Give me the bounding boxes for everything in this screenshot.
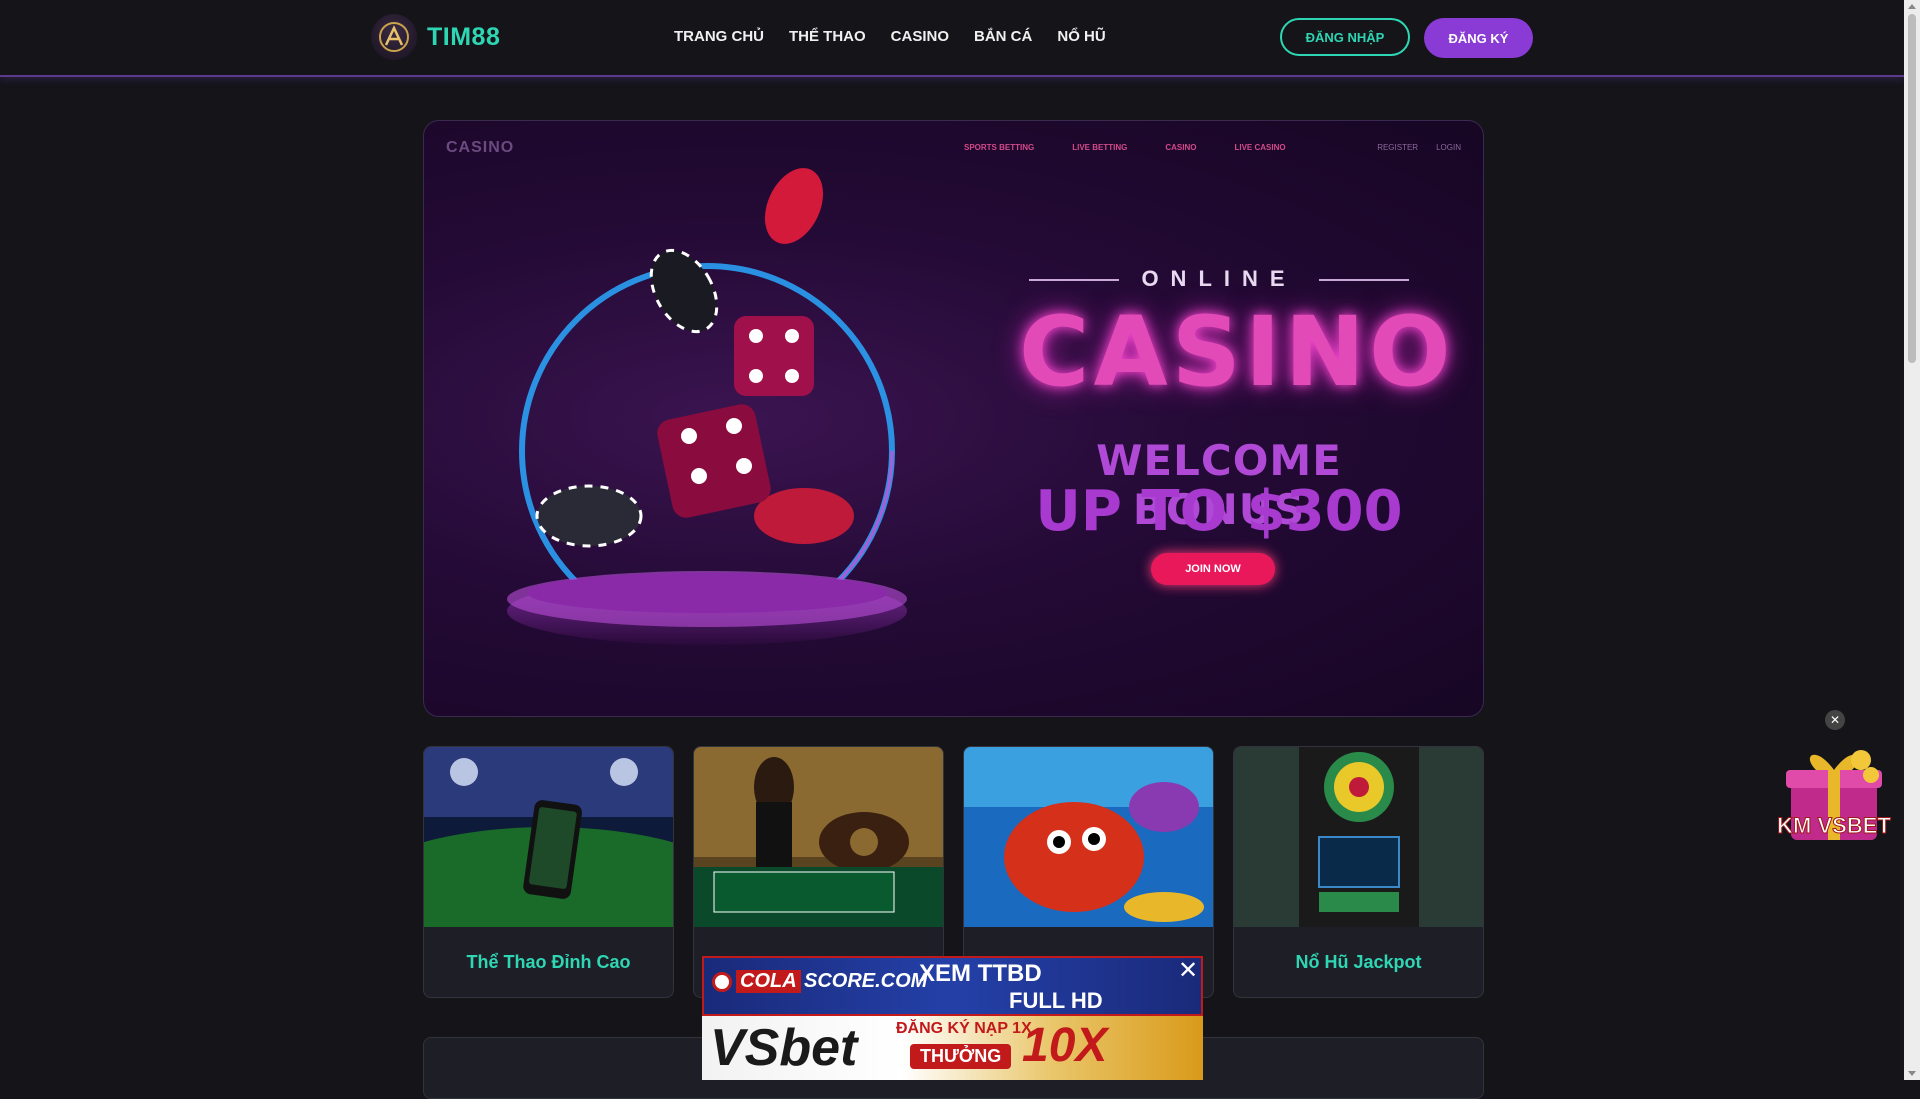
nav-sports[interactable]: THỂ THAO bbox=[789, 28, 866, 45]
login-button[interactable]: ĐĂNG NHẬP bbox=[1280, 18, 1410, 56]
ad-vsbet-reward: THƯỞNG bbox=[910, 1044, 1012, 1069]
logo-icon bbox=[371, 14, 417, 60]
hero-link: LIVE BETTING bbox=[1072, 143, 1128, 152]
nav-slots[interactable]: NỔ HŨ bbox=[1057, 28, 1105, 45]
casino-illustration bbox=[507, 168, 907, 645]
vsbet-ad-banner[interactable]: VSbet ĐĂNG KÝ NẠP 1X THƯỞNG 10X bbox=[702, 1016, 1203, 1080]
hero-link: CASINO bbox=[1165, 143, 1197, 152]
ad-vsbet-multiplier: 10X bbox=[1022, 1019, 1108, 1072]
nav-fishing[interactable]: BẮN CÁ bbox=[974, 28, 1032, 45]
ad-vsbet-promo: ĐĂNG KÝ NẠP 1X bbox=[896, 1020, 1032, 1037]
ad-subheadline: FULL HD bbox=[1009, 988, 1103, 1013]
scroll-thumb[interactable] bbox=[1908, 14, 1916, 363]
fishing-image bbox=[964, 747, 1213, 927]
hero-link: LIVE CASINO bbox=[1234, 143, 1286, 152]
hero-register-link: REGISTER bbox=[1377, 143, 1419, 152]
main-nav: TRANG CHỦ THỂ THAO CASINO BẮN CÁ NỔ HŨ bbox=[674, 28, 1106, 45]
hero-online-label: ONLINE bbox=[1029, 266, 1409, 292]
nav-home[interactable]: TRANG CHỦ bbox=[674, 28, 764, 45]
ad-domain: SCORE.COM bbox=[804, 970, 928, 992]
join-now-button[interactable]: JOIN NOW bbox=[1151, 553, 1275, 585]
scroll-down-icon[interactable] bbox=[1908, 1071, 1916, 1076]
card-sports[interactable]: Thể Thao Đỉnh Cao bbox=[423, 746, 674, 998]
ad-brand-icon bbox=[712, 972, 732, 992]
scrollbar[interactable] bbox=[1904, 0, 1920, 1080]
ad-brand: COLA bbox=[736, 970, 801, 993]
close-icon[interactable]: ✕ bbox=[1175, 958, 1201, 984]
colascore-ad-banner[interactable]: COLA SCORE.COM XEM TTBD FULL HD bbox=[702, 956, 1203, 1016]
site-header: TIM88 TRANG CHỦ THỂ THAO CASINO BẮN CÁ N… bbox=[0, 0, 1904, 77]
hero-login-link: LOGIN bbox=[1436, 143, 1461, 152]
card-title: Nổ Hũ Jackpot bbox=[1295, 952, 1422, 972]
gift-close-icon[interactable]: ✕ bbox=[1825, 710, 1845, 730]
register-button[interactable]: ĐĂNG KÝ bbox=[1424, 18, 1533, 58]
hero-banner[interactable]: CASINO SPORTS BETTING LIVE BETTING CASIN… bbox=[423, 120, 1484, 717]
ad-headline: XEM TTBD bbox=[919, 960, 1042, 987]
logo[interactable]: TIM88 bbox=[371, 14, 500, 60]
card-title: Thể Thao Đỉnh Cao bbox=[466, 952, 631, 972]
brand-name: TIM88 bbox=[427, 22, 501, 51]
card-slots[interactable]: Nổ Hũ Jackpot bbox=[1233, 746, 1484, 998]
gift-label: KM VSBET bbox=[1777, 813, 1892, 839]
ad-vsbet-brand: VSbet bbox=[710, 1019, 858, 1077]
hero-bonus-amount: UP TO $300 bbox=[1035, 479, 1403, 544]
sports-image bbox=[424, 747, 673, 927]
scroll-up-icon[interactable] bbox=[1908, 4, 1916, 9]
gift-promo-widget[interactable]: KM VSBET bbox=[1776, 735, 1892, 855]
casino-image bbox=[694, 747, 943, 927]
nav-casino[interactable]: CASINO bbox=[891, 28, 949, 45]
hero-casino-title: CASINO bbox=[1019, 296, 1455, 408]
slots-image bbox=[1234, 747, 1483, 927]
